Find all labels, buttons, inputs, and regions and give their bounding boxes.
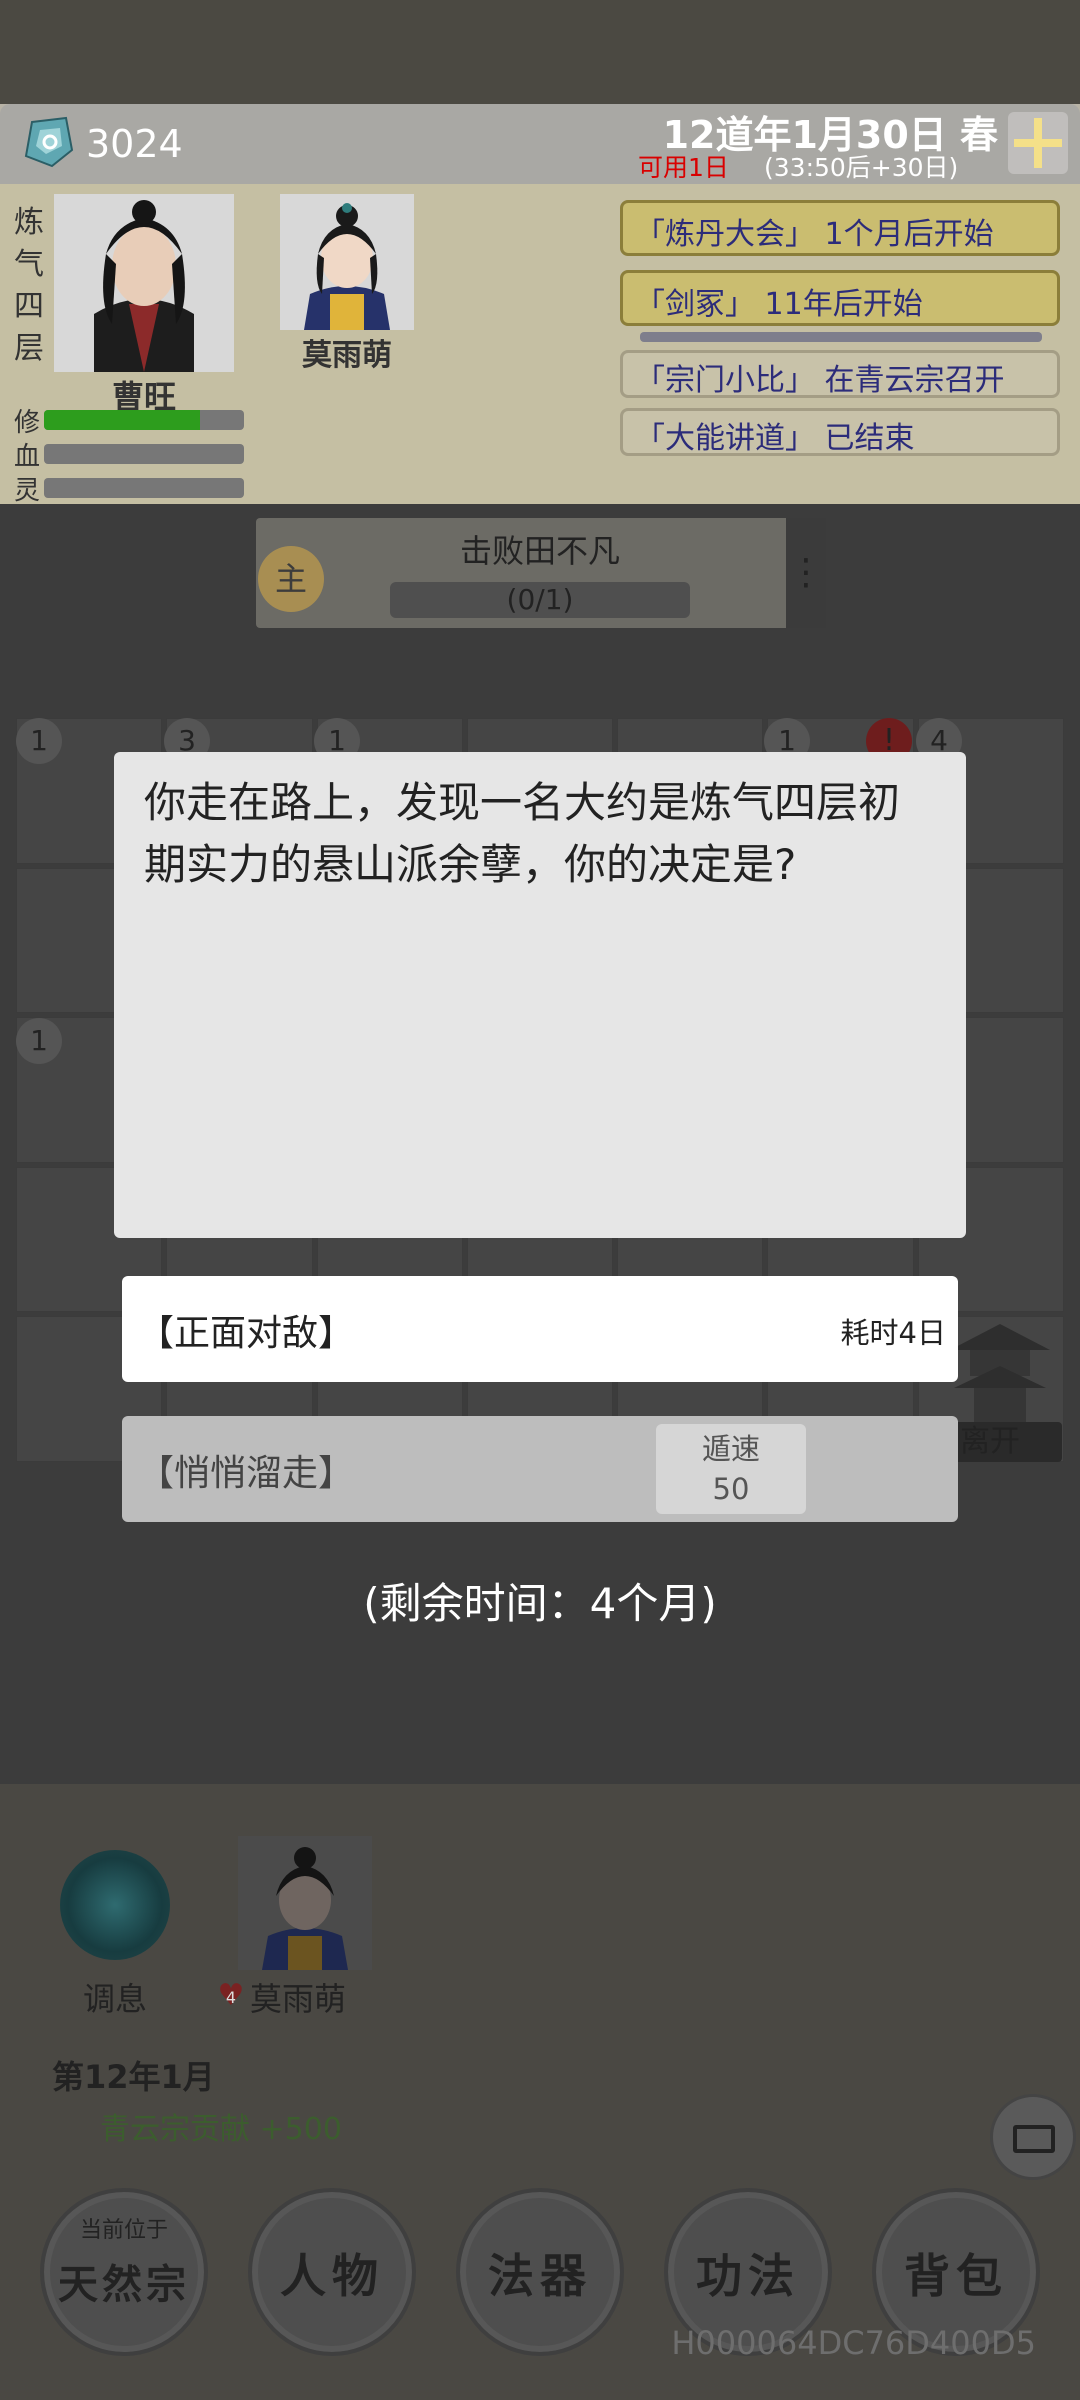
mail-icon: [1013, 2125, 1055, 2153]
event-lecture[interactable]: 「大能讲道」 已结束: [620, 408, 1060, 456]
companion-name: 莫雨萌: [302, 338, 392, 373]
choice-label: 【悄悄溜走】: [138, 1453, 355, 1494]
quest-title: 击败田不凡: [459, 532, 620, 570]
companion-avatar: [238, 1836, 372, 1970]
event-dialog: 你走在路上，发现一名大约是炼气四层初期实力的悬山派余孽，你的决定是?: [114, 752, 966, 1238]
player-avatar: [54, 194, 234, 372]
choice-fight[interactable]: 【正面对敌】 耗时4日: [122, 1276, 958, 1382]
choice-time-cost: 耗时4日: [840, 1316, 946, 1350]
health-label: 血: [14, 442, 41, 472]
nav-artifacts-button[interactable]: 法器: [456, 2188, 624, 2356]
companion-action-label: 莫雨萌: [250, 1980, 347, 2018]
status-bar-area: [0, 0, 1080, 104]
event-sword-tomb[interactable]: 「剑冢」 11年后开始: [620, 270, 1060, 326]
spirit-stone-icon: [24, 116, 74, 168]
realm-label: 炼 气 四 层: [14, 205, 44, 366]
cell-count-badge: 1: [16, 1018, 62, 1064]
log-entry: 青云宗贡献 +500: [100, 2112, 342, 2147]
spirit-label: 灵: [14, 476, 41, 506]
currency-value: 3024: [86, 122, 183, 166]
spirit-bar: [44, 478, 244, 498]
pagoda-icon: [950, 1324, 1050, 1422]
meditate-icon[interactable]: [60, 1850, 170, 1960]
health-bar: [44, 444, 244, 464]
player-portrait[interactable]: [54, 194, 234, 372]
top-header: 3024 12道年1月30日 春 可用1日 (33:50后+30日): [0, 104, 1080, 184]
escape-speed-requirement: 遁速 50: [656, 1424, 806, 1514]
nav-character-button[interactable]: 人物: [248, 2188, 416, 2356]
refill-countdown: (33:50后+30日): [764, 153, 959, 182]
meditate-label: 调息: [82, 1980, 147, 2018]
cultivation-label: 修: [14, 408, 41, 438]
heart-icon: ♥ 4: [217, 1978, 245, 2013]
log-date: 第12年1月: [52, 2058, 215, 2096]
quest-more-button[interactable]: ⋮: [786, 518, 826, 628]
event-alchemy-conference[interactable]: 「炼丹大会」 1个月后开始: [620, 200, 1060, 256]
cell-count-badge: 1: [16, 718, 62, 764]
available-days: 可用1日: [638, 153, 729, 182]
location-button[interactable]: 当前位于 天然宗: [40, 2188, 208, 2356]
companion-action-portrait[interactable]: [238, 1836, 372, 1970]
main-quest-icon: 主: [258, 546, 324, 612]
dialog-text: 你走在路上，发现一名大约是炼气四层初期实力的悬山派余孽，你的决定是?: [144, 778, 901, 889]
choice-label: 【正面对敌】: [138, 1313, 355, 1354]
choice-sneak-away[interactable]: 【悄悄溜走】 遁速 50: [122, 1416, 958, 1522]
cultivation-bar: [44, 410, 244, 430]
add-time-button[interactable]: [1008, 112, 1068, 174]
event-sect-contest[interactable]: 「宗门小比」 在青云宗召开: [620, 350, 1060, 398]
quest-progress: (0/1): [390, 582, 690, 618]
companion-portrait[interactable]: [280, 194, 414, 330]
device-id: H000064DC76D400D5: [671, 2324, 1036, 2362]
event-progress-bar: [640, 332, 1042, 342]
character-panel: 炼 气 四 层 曹旺 莫雨萌 修 血 灵 「炼丹大会」 1个月后开始 「剑冢」 …: [0, 184, 1080, 506]
remaining-time: (剩余时间：4个月): [363, 1579, 717, 1628]
companion-avatar: [280, 194, 414, 330]
mail-button[interactable]: [990, 2094, 1076, 2180]
